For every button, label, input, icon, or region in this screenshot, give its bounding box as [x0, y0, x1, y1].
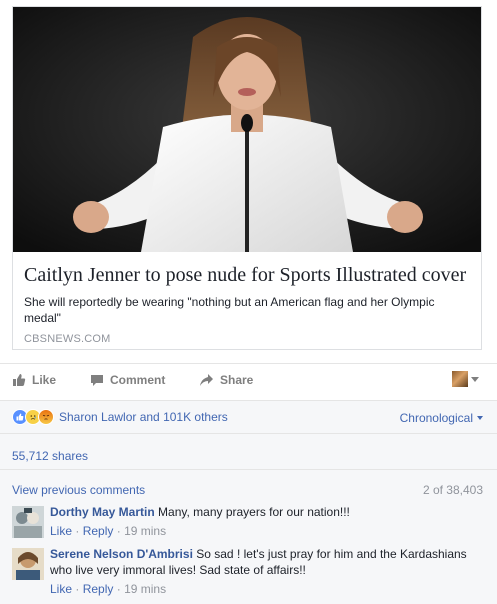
comment-reply-link[interactable]: Reply: [83, 524, 114, 538]
article-description: She will reportedly be wearing "nothing …: [24, 295, 435, 325]
separator: ·: [116, 524, 121, 538]
comments-count: 2 of 38,403: [422, 483, 483, 497]
thumbs-up-icon: [13, 374, 26, 386]
sort-label: Chronological: [399, 411, 473, 425]
comment-reply-link[interactable]: Reply: [83, 582, 114, 596]
comment-like-link[interactable]: Like: [50, 524, 72, 538]
reactions-summary-text[interactable]: Sharon Lawlor and 101K others: [59, 410, 228, 424]
link-preview-card[interactable]: Caitlyn Jenner to pose nude for Sports I…: [12, 6, 482, 350]
view-previous-comments-link[interactable]: View previous comments: [12, 483, 145, 497]
angry-reaction-icon: [38, 409, 54, 425]
page-avatar-selector[interactable]: [452, 371, 479, 387]
comment-author[interactable]: Dorthy May Martin: [50, 505, 155, 519]
share-arrow-icon: [200, 374, 213, 386]
shares-count-link[interactable]: 55,712 shares: [12, 449, 88, 463]
comment-timestamp[interactable]: 19 mins: [124, 524, 166, 538]
article-title[interactable]: Caitlyn Jenner to pose nude for Sports I…: [24, 263, 474, 287]
separator: ·: [75, 582, 80, 596]
comment-button[interactable]: Comment: [90, 372, 165, 388]
like-button[interactable]: Like: [12, 372, 56, 388]
reactions-summary[interactable]: Sharon Lawlor and 101K others: [12, 408, 228, 426]
share-label: Share: [220, 373, 254, 387]
news-feed-post: Caitlyn Jenner to pose nude for Sports I…: [0, 0, 497, 604]
comment-body: Serene Nelson D'Ambrisi So sad ! let's j…: [50, 546, 480, 597]
share-button[interactable]: Share: [199, 372, 253, 388]
separator: ·: [75, 524, 80, 538]
avatar[interactable]: [12, 506, 44, 538]
comment-like-link[interactable]: Like: [50, 582, 72, 596]
comment-meta: Like · Reply · 19 mins: [50, 581, 480, 597]
comment-text: Many, many prayers for our nation!!!: [158, 505, 350, 519]
comments-section: Sharon Lawlor and 101K others Chronologi…: [0, 400, 497, 604]
comment-body: Dorthy May Martin Many, many prayers for…: [50, 504, 480, 539]
post-action-bar: Like Comment Share: [0, 363, 497, 395]
comment-meta: Like · Reply · 19 mins: [50, 523, 480, 539]
speech-bubble-icon: [91, 375, 103, 386]
article-domain: CBSNEWS.COM: [24, 333, 111, 345]
avatar[interactable]: [12, 548, 44, 580]
comment-timestamp[interactable]: 19 mins: [124, 582, 166, 596]
article-photo[interactable]: [13, 7, 481, 252]
divider: [0, 433, 497, 434]
comment-sort-dropdown[interactable]: Chronological: [400, 411, 483, 425]
chevron-down-icon: [477, 416, 483, 420]
comment-author[interactable]: Serene Nelson D'Ambrisi: [50, 547, 193, 561]
comment-label: Comment: [110, 373, 166, 387]
chevron-down-icon: [471, 376, 479, 382]
page-avatar: [452, 371, 468, 387]
divider: [0, 469, 497, 470]
like-label: Like: [32, 373, 57, 387]
separator: ·: [116, 582, 121, 596]
